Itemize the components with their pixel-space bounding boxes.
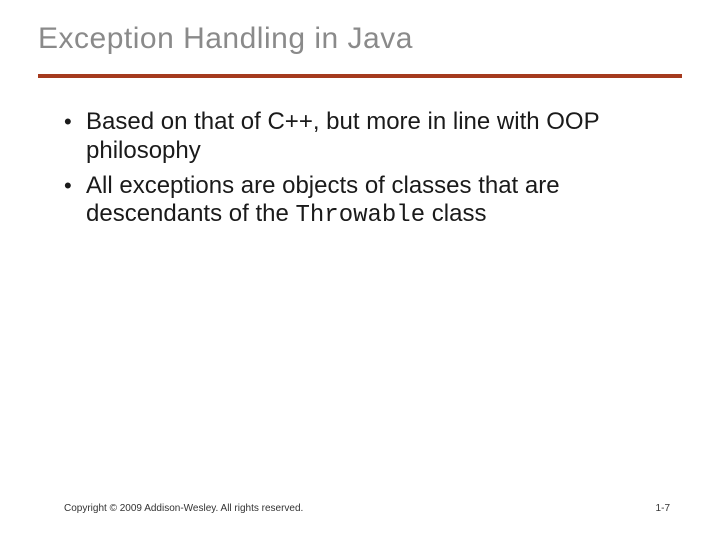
bullet-code: Throwable [295, 202, 425, 229]
footer-copyright: Copyright © 2009 Addison-Wesley. All rig… [64, 503, 303, 514]
footer-page-number: 1-7 [656, 503, 670, 514]
slide-body: Based on that of C++, but more in line w… [64, 108, 670, 235]
bullet-text: Based on that of C++, but more in line w… [86, 108, 599, 164]
bullet-text-post: class [425, 200, 486, 227]
title-underline [38, 74, 682, 78]
slide: Exception Handling in Java Based on that… [0, 0, 720, 540]
slide-title: Exception Handling in Java [38, 22, 682, 56]
bullet-item: Based on that of C++, but more in line w… [64, 108, 670, 168]
bullet-item: All exceptions are objects of classes th… [64, 172, 670, 232]
